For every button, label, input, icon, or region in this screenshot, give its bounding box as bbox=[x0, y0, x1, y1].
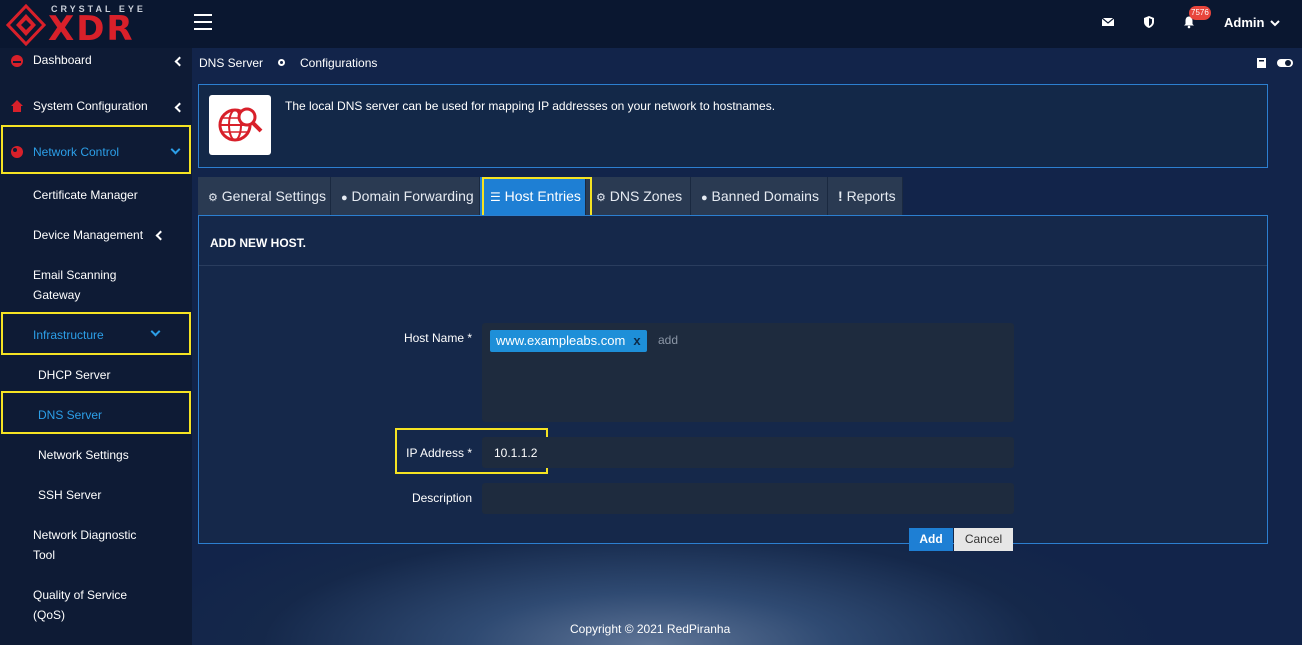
host-tag-text: www.exampleabs.com bbox=[496, 333, 626, 348]
tab-domain-forwarding[interactable]: ● Domain Forwarding bbox=[331, 177, 480, 215]
home-icon bbox=[11, 100, 23, 112]
gear-icon: ⚙ bbox=[596, 192, 606, 204]
menu-toggle-icon[interactable] bbox=[194, 14, 212, 30]
breadcrumb-separator-icon bbox=[278, 59, 285, 66]
add-host-panel: ADD NEW HOST. Host Name * www.exampleabs… bbox=[198, 215, 1268, 551]
sidebar-item-email-scanning-gateway[interactable]: Email Scanning Gateway bbox=[0, 268, 192, 308]
host-tag: www.exampleabs.com x bbox=[490, 330, 647, 352]
sidebar-item-dashboard[interactable]: Dashboard bbox=[0, 52, 192, 76]
chevron-left-icon bbox=[174, 102, 185, 113]
user-name: Admin bbox=[1224, 15, 1265, 30]
sidebar-item-device-management[interactable]: Device Management bbox=[0, 228, 192, 248]
globe-icon: ● bbox=[341, 192, 348, 204]
chevron-down-icon bbox=[170, 144, 181, 155]
info-box: The local DNS server can be used for map… bbox=[198, 84, 1268, 168]
page-tools bbox=[1255, 57, 1294, 72]
ip-address-label: IP Address * bbox=[406, 446, 472, 460]
globe-icon: ● bbox=[701, 192, 708, 204]
sidebar-label: Infrastructure bbox=[33, 328, 104, 342]
chevron-down-icon bbox=[150, 326, 161, 337]
gears-icon: ⚙ bbox=[208, 192, 218, 204]
user-menu[interactable]: Admin bbox=[1224, 15, 1280, 30]
description-label: Description bbox=[411, 491, 472, 505]
tab-label: Banned Domains bbox=[711, 188, 819, 204]
sidebar-item-system-configuration[interactable]: System Configuration bbox=[0, 98, 192, 122]
sidebar-label: Dashboard bbox=[33, 53, 92, 67]
book-icon[interactable] bbox=[1255, 57, 1267, 69]
sidebar-item-network-control[interactable]: Network Control bbox=[0, 144, 192, 168]
sidebar-label: Quality of Service bbox=[33, 588, 128, 602]
breadcrumb-page: Configurations bbox=[300, 56, 378, 70]
host-name-placeholder: add bbox=[658, 333, 679, 347]
sidebar-label: Network Control bbox=[33, 145, 120, 159]
sidebar-item-network-settings[interactable]: Network Settings bbox=[0, 448, 192, 468]
exclamation-icon: ! bbox=[838, 188, 843, 204]
tab-reports[interactable]: ! Reports bbox=[828, 177, 903, 215]
tab-label: Domain Forwarding bbox=[351, 188, 474, 204]
dns-globe-search-icon bbox=[209, 95, 271, 155]
host-name-input[interactable]: www.exampleabs.com x add bbox=[482, 323, 1014, 422]
sidebar-label: SSH Server bbox=[38, 488, 102, 502]
chevron-down-icon bbox=[1270, 20, 1280, 27]
top-bar: CRYSTAL EYE XDR 7576 Admin bbox=[0, 0, 1302, 48]
sidebar-label: System Configuration bbox=[33, 99, 148, 113]
sidebar-label: Certificate Manager bbox=[33, 188, 138, 202]
description-input[interactable] bbox=[482, 483, 1014, 514]
sidebar-label: DHCP Server bbox=[38, 368, 111, 382]
toggle-icon[interactable] bbox=[1276, 57, 1294, 69]
notification-count: 7576 bbox=[1191, 8, 1209, 17]
notification-badge[interactable]: 7576 bbox=[1189, 6, 1211, 20]
add-button[interactable]: Add bbox=[909, 528, 953, 551]
sidebar-label: DNS Server bbox=[38, 408, 103, 422]
host-name-label: Host Name * bbox=[403, 331, 472, 345]
tag-remove-icon[interactable]: x bbox=[633, 333, 640, 348]
sidebar-label: (QoS) bbox=[33, 608, 66, 622]
sidebar-label: Device Management bbox=[33, 228, 144, 242]
sidebar-item-network-diagnostic-tool[interactable]: Network Diagnostic Tool bbox=[0, 528, 192, 568]
tab-label: Reports bbox=[846, 188, 896, 204]
tab-dns-zones[interactable]: ⚙ DNS Zones bbox=[586, 177, 691, 215]
chevron-left-icon bbox=[174, 56, 185, 67]
highlight-host-entries bbox=[482, 177, 592, 217]
panel-title: ADD NEW HOST. bbox=[199, 216, 1267, 266]
brand-logo[interactable]: CRYSTAL EYE XDR bbox=[6, 2, 166, 49]
sidebar-item-dns-server[interactable]: DNS Server bbox=[0, 408, 192, 428]
tab-label: General Settings bbox=[221, 188, 327, 204]
sidebar-item-dhcp-server[interactable]: DHCP Server bbox=[0, 368, 192, 388]
sidebar-item-qos[interactable]: Quality of Service (QoS) bbox=[0, 588, 192, 628]
shield-icon[interactable] bbox=[1142, 15, 1156, 29]
chevron-left-icon bbox=[155, 230, 166, 241]
dashboard-icon bbox=[11, 55, 23, 67]
sidebar: Dashboard System Configuration Network C… bbox=[0, 48, 192, 645]
brand-name: XDR bbox=[48, 9, 135, 49]
sidebar-item-ssh-server[interactable]: SSH Server bbox=[0, 488, 192, 508]
tab-banned-domains[interactable]: ● Banned Domains bbox=[691, 177, 828, 215]
sidebar-label: Email Scanning bbox=[33, 268, 117, 282]
ip-address-value: 10.1.1.2 bbox=[494, 446, 538, 460]
brand-diamond-icon bbox=[6, 4, 46, 46]
sidebar-label: Network Diagnostic bbox=[33, 528, 137, 542]
info-text: The local DNS server can be used for map… bbox=[285, 99, 776, 113]
mail-icon[interactable] bbox=[1101, 15, 1115, 29]
breadcrumb-section[interactable]: DNS Server bbox=[199, 56, 263, 70]
footer-copyright: Copyright © 2021 RedPiranha bbox=[570, 622, 731, 636]
sidebar-label: Tool bbox=[33, 548, 56, 562]
ip-address-input[interactable]: 10.1.1.2 bbox=[482, 437, 1014, 468]
sidebar-item-certificate-manager[interactable]: Certificate Manager bbox=[0, 188, 192, 208]
globe-icon bbox=[11, 146, 23, 158]
tab-general-settings[interactable]: ⚙ General Settings bbox=[198, 177, 331, 215]
sidebar-label: Gateway bbox=[33, 288, 81, 302]
main-content: DNS Server Configurations The local DNS … bbox=[192, 48, 1302, 645]
sidebar-item-infrastructure[interactable]: Infrastructure bbox=[0, 326, 192, 348]
sidebar-label: Network Settings bbox=[38, 448, 129, 462]
tab-label: DNS Zones bbox=[609, 188, 683, 204]
cancel-button[interactable]: Cancel bbox=[954, 528, 1013, 551]
